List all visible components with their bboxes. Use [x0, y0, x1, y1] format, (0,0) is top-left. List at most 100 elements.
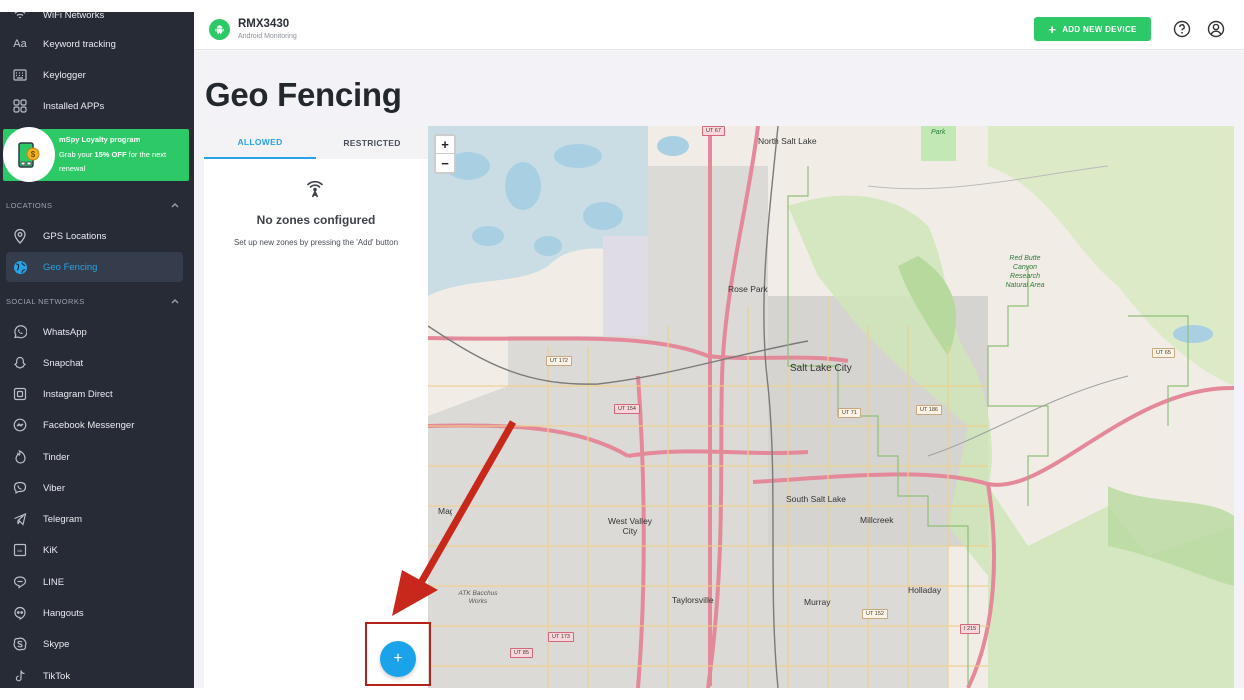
road-shield: UT 172 [546, 356, 572, 366]
sidebar-item-label: TikTok [43, 670, 71, 682]
map-zoom-control: + − [434, 134, 456, 174]
device-subtitle: Android Monitoring [238, 33, 297, 40]
tinder-icon [12, 449, 28, 465]
tab-restricted[interactable]: RESTRICTED [316, 126, 428, 159]
plus-icon: + [1048, 21, 1057, 37]
sidebar-item-label: GPS Locations [43, 230, 107, 242]
zoom-in-button[interactable]: + [436, 136, 454, 154]
road-shield: UT 173 [548, 632, 574, 642]
antenna-icon [307, 180, 323, 198]
keyboard-icon [12, 67, 28, 83]
messenger-icon [12, 417, 28, 433]
sidebar-item-label: WiFi Networks [43, 12, 105, 21]
instagram-icon [12, 386, 28, 402]
map-label-millcreek: Millcreek [860, 515, 894, 525]
add-zone-button[interactable]: + [380, 641, 416, 677]
sidebar-item-label: KiK [43, 544, 58, 556]
map-label-holladay: Holladay [908, 585, 942, 595]
sidebar-item-label: WhatsApp [43, 326, 87, 338]
promo-text: Grab your 15% OFF for the next renewal [59, 148, 183, 176]
whatsapp-icon [12, 324, 28, 340]
sidebar: WiFi Networks Aa Keyword tracking Keylog… [0, 12, 194, 688]
add-new-device-button[interactable]: + ADD NEW DEVICE [1034, 17, 1151, 41]
add-new-device-label: ADD NEW DEVICE [1062, 24, 1137, 34]
map-view[interactable]: North Salt Lake Rose Park Salt Lake City… [428, 126, 1234, 688]
map-label-park: Park [931, 129, 946, 136]
device-name: RMX3430 [238, 18, 290, 30]
map-label-west-valley-city: West Valley City [607, 516, 653, 536]
svg-text:$: $ [31, 150, 36, 159]
sidebar-item-label: LINE [43, 576, 65, 588]
map-label-rose-park: Rose Park [728, 284, 768, 294]
chevron-up-icon[interactable] [170, 200, 180, 210]
road-shield: UT 186 [916, 405, 942, 415]
app-root: WiFi Networks Aa Keyword tracking Keylog… [0, 0, 1244, 700]
help-circle-icon[interactable] [1173, 20, 1191, 38]
zoom-out-button[interactable]: − [436, 154, 454, 172]
sidebar-item-skype[interactable]: Skype [0, 629, 194, 659]
map-tiles [428, 126, 1234, 688]
skype-icon [12, 636, 28, 652]
promo-discount: 15% OFF [94, 150, 127, 159]
sidebar-item-facebook-messenger[interactable]: Facebook Messenger [0, 410, 194, 440]
sidebar-item-geo-fencing[interactable]: Geo Fencing [6, 252, 183, 282]
tab-allowed[interactable]: ALLOWED [204, 126, 316, 159]
sidebar-item-label: Installed APPs [43, 100, 105, 112]
sidebar-item-keyword-tracking[interactable]: Aa Keyword tracking [0, 29, 194, 59]
sidebar-item-viber[interactable]: Viber [0, 473, 194, 503]
hangouts-icon [12, 605, 28, 621]
sidebar-item-tinder[interactable]: Tinder [0, 442, 194, 472]
empty-state-text: Set up new zones by pressing the 'Add' b… [233, 238, 399, 247]
page-title: Geo Fencing [205, 76, 402, 113]
svg-text:kik: kik [18, 548, 23, 553]
wifi-icon [12, 12, 28, 23]
sidebar-item-hangouts[interactable]: Hangouts [0, 598, 194, 628]
map-label-magna: Magna [438, 506, 452, 516]
sidebar-item-label: Keylogger [43, 69, 86, 81]
promo-text-prefix: Grab your [59, 150, 95, 159]
map-label-red-butte-canyon: Red Butte Canyon Research Natural Area [1005, 255, 1045, 289]
promo-title: mSpy Loyalty program [59, 135, 141, 144]
sidebar-item-instagram-direct[interactable]: Instagram Direct [0, 379, 194, 409]
map-label-atk-bacchus-works: ATK Bacchus Works [458, 590, 498, 605]
sidebar-item-installed-apps[interactable]: Installed APPs [0, 91, 194, 121]
sidebar-item-label: Viber [43, 482, 66, 494]
line-icon [12, 574, 28, 590]
sidebar-item-label: Snapchat [43, 357, 84, 369]
user-circle-icon[interactable] [1207, 20, 1225, 38]
map-label-north-salt-lake: North Salt Lake [758, 136, 817, 146]
android-icon [209, 19, 230, 40]
road-shield: I 215 [960, 624, 981, 634]
empty-state-title: No zones configured [256, 213, 376, 227]
zones-panel: ALLOWED RESTRICTED No zones configured S… [204, 126, 428, 688]
sidebar-item-line[interactable]: LINE [0, 567, 194, 597]
sidebar-item-label: Facebook Messenger [43, 419, 135, 431]
road-shield: UT 67 [702, 126, 725, 136]
sidebar-item-label: Telegram [43, 513, 83, 525]
sidebar-item-telegram[interactable]: Telegram [0, 504, 194, 534]
sidebar-item-keylogger[interactable]: Keylogger [0, 60, 194, 90]
sidebar-item-tiktok[interactable]: TikTok [0, 661, 194, 688]
snapchat-icon [12, 355, 28, 371]
apps-grid-icon [12, 98, 28, 114]
globe-icon [12, 259, 28, 275]
tiktok-icon [12, 668, 28, 684]
section-title-social-networks: SOCIAL NETWORKS [6, 297, 85, 306]
sidebar-item-snapchat[interactable]: Snapchat [0, 348, 194, 378]
chevron-up-icon[interactable] [170, 296, 180, 306]
sidebar-item-label: Hangouts [43, 607, 84, 619]
map-pin-icon [12, 228, 28, 244]
sidebar-item-gps-locations[interactable]: GPS Locations [0, 221, 194, 251]
section-title-locations: LOCATIONS [6, 201, 53, 210]
road-shield: UT 65 [1152, 348, 1175, 358]
sidebar-item-kik[interactable]: kik KiK [0, 535, 194, 565]
road-shield: UT 71 [838, 408, 861, 418]
map-label-south-salt-lake: South Salt Lake [786, 494, 847, 504]
map-label-taylorsville: Taylorsville [672, 595, 714, 605]
sidebar-item-whatsapp[interactable]: WhatsApp [0, 317, 194, 347]
loyalty-promo-banner[interactable]: $ mSpy Loyalty program Grab your 15% OFF… [3, 127, 189, 182]
sidebar-item-label: Instagram Direct [43, 388, 113, 400]
keyword-icon: Aa [13, 38, 27, 50]
viber-icon [12, 480, 28, 496]
sidebar-item-wifi-networks[interactable]: WiFi Networks [0, 12, 194, 30]
